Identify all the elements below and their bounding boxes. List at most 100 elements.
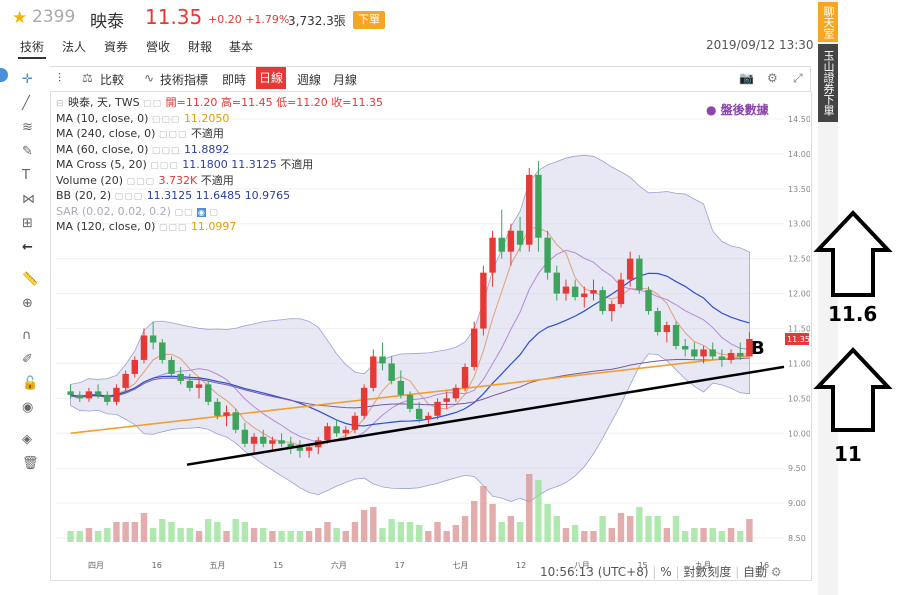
broker-order-button[interactable]: 玉山證券下單 — [818, 44, 838, 122]
favorite-star-icon[interactable]: ★ — [12, 8, 27, 28]
trash-icon[interactable]: 🗑 — [22, 456, 39, 471]
back-arrow-icon[interactable]: ← — [22, 240, 33, 255]
candle-body — [498, 237, 505, 252]
monthly-button[interactable]: 月線 — [333, 71, 357, 88]
annotation-upper-value: 11.6 — [828, 302, 878, 326]
volume-bar — [287, 531, 294, 542]
tab-technical[interactable]: 技術 — [20, 38, 44, 55]
volume-bar — [691, 528, 698, 542]
trade-volume: 3,732.3張 — [288, 14, 346, 28]
volume-bar — [177, 528, 184, 542]
candle-body — [553, 272, 560, 294]
compare-icon[interactable]: ⚖ — [82, 71, 93, 85]
candle-body — [149, 335, 157, 343]
candle-body — [590, 290, 597, 294]
camera-icon[interactable]: 📷 — [739, 71, 754, 85]
settings-icon[interactable]: ⚙ — [771, 565, 782, 579]
volume-bar — [140, 513, 148, 542]
volume-bar — [461, 516, 469, 542]
log-scale-toggle[interactable]: 對數刻度 — [683, 565, 731, 579]
annotation-lower-value: 11 — [834, 442, 862, 466]
candle-body — [452, 387, 460, 399]
legend-bb-label: BB (20, 2) — [56, 189, 112, 202]
volume-bar — [498, 522, 505, 542]
stock-code: 2399 — [32, 7, 76, 27]
magnet-icon[interactable]: ∩ — [22, 328, 32, 343]
last-price-label: 11.35 — [787, 335, 810, 344]
volume-bar — [250, 528, 258, 542]
volume-bar — [727, 528, 735, 542]
pencil-lock-icon[interactable]: ✐ — [22, 352, 33, 367]
legend-bb-v1: 11.3125 — [146, 189, 193, 202]
legend-bb-v3: 10.9765 — [244, 189, 291, 202]
percent-toggle[interactable]: % — [660, 565, 671, 579]
legend-volume-v2: 不適用 — [200, 173, 234, 187]
eye-icon[interactable]: ◉ — [22, 400, 33, 415]
after-hours-label[interactable]: ● 盤後數據 — [706, 101, 769, 118]
candle-body — [544, 237, 551, 273]
chart-type-icon[interactable]: ⫶ — [58, 71, 61, 86]
gear-icon[interactable]: ⚙ — [767, 71, 778, 85]
candle-body — [406, 394, 414, 409]
tab-basic[interactable]: 基本 — [229, 38, 253, 55]
lock-icon[interactable]: 🔓 — [22, 376, 38, 391]
volume-bar — [526, 474, 533, 542]
candle-body — [333, 426, 340, 434]
volume-bar — [507, 516, 515, 542]
indicator-icon[interactable]: ∿ — [144, 71, 154, 85]
up-arrow-icon-2 — [813, 347, 893, 432]
compare-button[interactable]: 比較 — [100, 71, 124, 88]
realtime-button[interactable]: 即時 — [222, 71, 246, 88]
legend-ma120-value: 11.0997 — [190, 220, 237, 233]
volume-bar — [663, 528, 671, 542]
text-icon[interactable]: T — [22, 168, 30, 183]
legend-ma60-label: MA (60, close, 0) — [56, 142, 149, 156]
panel-toggle-icon[interactable] — [0, 68, 8, 82]
legend-macross-v3: 不適用 — [280, 158, 314, 171]
crosshair-icon[interactable]: ✛ — [22, 72, 33, 87]
indicators-button[interactable]: 技術指標 — [160, 71, 208, 88]
brush-icon[interactable]: ✎ — [22, 144, 33, 159]
tab-financials[interactable]: 財報 — [188, 38, 212, 55]
tab-margin[interactable]: 資券 — [104, 38, 128, 55]
tab-revenue[interactable]: 營收 — [146, 38, 170, 55]
candle-body — [113, 387, 120, 402]
volume-bar — [388, 519, 395, 542]
candle-body — [599, 290, 606, 312]
candle-body — [700, 349, 707, 357]
candle-body — [691, 349, 698, 357]
volume-bar — [278, 531, 285, 542]
weekly-button[interactable]: 週線 — [297, 71, 321, 88]
volume-bar — [351, 522, 359, 542]
trendline-icon[interactable]: ╱ — [22, 96, 30, 111]
zoom-in-icon[interactable]: ⊕ — [22, 296, 33, 311]
volume-bar — [571, 525, 579, 542]
volume-bar — [342, 531, 349, 542]
layers-icon[interactable]: ◈ — [22, 432, 32, 447]
x-tick-label: 六月 — [331, 560, 347, 570]
forecast-icon[interactable]: ⊞ — [22, 216, 33, 231]
pattern-icon[interactable]: ⋈ — [22, 192, 35, 207]
volume-bar — [76, 531, 83, 542]
order-button[interactable]: 下單 — [353, 11, 385, 29]
volume-bar — [241, 522, 249, 542]
auto-scale-toggle[interactable]: 自動 — [743, 565, 767, 579]
legend-volume: Volume (20) ▢▢▢ 3.732K 不適用 — [56, 173, 234, 187]
y-tick-label: 13.50 — [788, 185, 810, 194]
x-tick-label: 15 — [273, 561, 283, 570]
daily-button[interactable]: 日線 — [256, 67, 286, 89]
volume-bar — [333, 528, 340, 542]
status-time: 10:56:13 (UTC+8) — [540, 565, 649, 579]
ruler-icon[interactable]: 📏 — [22, 272, 38, 287]
y-tick-label: 12.00 — [788, 290, 810, 299]
volume-bar — [544, 504, 551, 542]
fib-icon[interactable]: ≋ — [22, 120, 33, 135]
volume-bar — [535, 480, 542, 542]
chat-room-button[interactable]: 聊天室 — [818, 2, 838, 42]
annotation-b: B — [751, 338, 765, 359]
candle-body — [195, 384, 203, 388]
visibility-toggle-icon[interactable]: ◉ — [196, 207, 206, 217]
fullscreen-icon[interactable]: ⤢ — [793, 71, 803, 86]
candle-body — [636, 258, 643, 291]
tab-institutional[interactable]: 法人 — [62, 38, 86, 55]
